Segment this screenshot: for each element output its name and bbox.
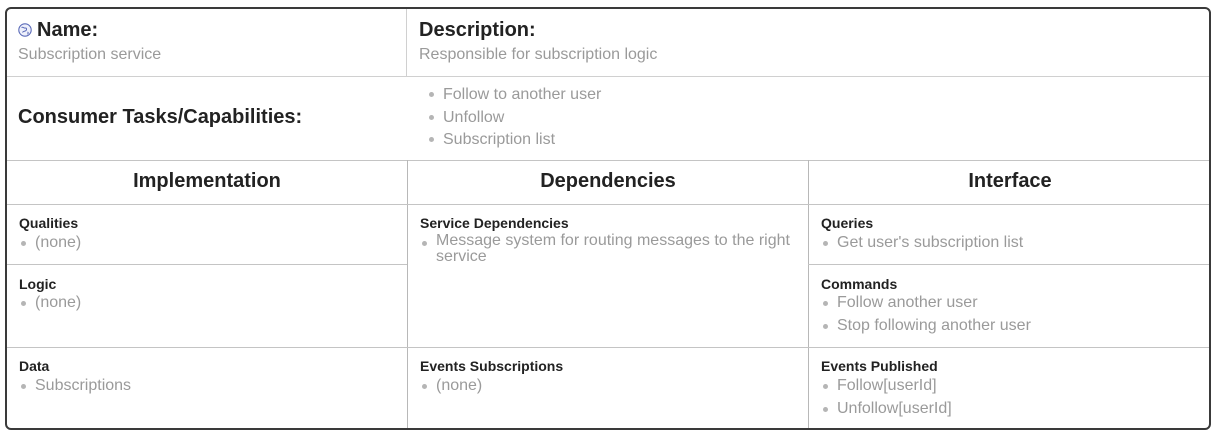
commands-section: Commands Follow another user Stop follow… bbox=[821, 276, 1201, 338]
commands-list: Follow another user Stop following anoth… bbox=[821, 293, 1201, 336]
data-title: Data bbox=[19, 358, 50, 374]
description-label: Description: bbox=[419, 19, 536, 41]
list-item: Follow another user bbox=[821, 293, 1201, 313]
canvas: Name: Subscription service Description: … bbox=[0, 0, 1216, 439]
header-divider bbox=[406, 9, 407, 76]
service-dependencies-list: Message system for routing messages to t… bbox=[420, 233, 800, 265]
middle-section-rule bbox=[7, 347, 1209, 348]
description-value: Responsible for subscription logic bbox=[419, 46, 658, 63]
column-divider-2 bbox=[808, 160, 809, 428]
logic-list: (none) bbox=[19, 293, 399, 313]
queries-list: Get user's subscription list bbox=[821, 233, 1201, 253]
header-bottom-rule bbox=[7, 76, 1209, 77]
list-item: Subscriptions bbox=[19, 376, 399, 396]
events-published-title: Events Published bbox=[821, 358, 938, 374]
service-canvas-card: Name: Subscription service Description: … bbox=[5, 7, 1211, 430]
logic-section: Logic (none) bbox=[19, 276, 399, 313]
list-item: Follow[userId] bbox=[821, 376, 1201, 396]
list-item: Stop following another user bbox=[821, 316, 1201, 336]
qualities-section: Qualities (none) bbox=[19, 215, 399, 253]
list-item: Unfollow bbox=[427, 107, 601, 130]
column-header-rule bbox=[7, 204, 1209, 205]
events-published-list: Follow[userId] Unfollow[userId] bbox=[821, 376, 1201, 419]
qualities-list: (none) bbox=[19, 233, 399, 253]
list-item: Message system for routing messages to t… bbox=[420, 233, 800, 265]
events-subscriptions-section: Events Subscriptions (none) bbox=[420, 358, 800, 396]
list-item: Follow to another user bbox=[427, 84, 601, 107]
list-item: Subscription list bbox=[427, 129, 601, 152]
service-dependencies-title: Service Dependencies bbox=[420, 215, 569, 231]
capabilities-label: Consumer Tasks/Capabilities: bbox=[18, 106, 303, 128]
data-section: Data Subscriptions bbox=[19, 358, 399, 396]
logic-title: Logic bbox=[19, 276, 57, 292]
capabilities-bottom-rule bbox=[7, 160, 1209, 161]
column-header-dependencies: Dependencies bbox=[540, 170, 676, 192]
column-header-interface: Interface bbox=[968, 170, 1052, 192]
name-block: Name: Subscription service bbox=[18, 19, 161, 64]
queries-section: Queries Get user's subscription list bbox=[821, 215, 1201, 253]
globe-icon bbox=[18, 23, 32, 37]
column-divider-1 bbox=[407, 160, 408, 428]
events-subscriptions-list: (none) bbox=[420, 376, 800, 396]
events-subscriptions-title: Events Subscriptions bbox=[420, 358, 564, 374]
description-block: Description: Responsible for subscriptio… bbox=[419, 19, 657, 64]
commands-title: Commands bbox=[821, 276, 898, 292]
service-dependencies-section: Service Dependencies Message system for … bbox=[420, 215, 800, 265]
capabilities-list: Follow to another user Unfollow Subscrip… bbox=[427, 84, 601, 152]
queries-title: Queries bbox=[821, 215, 874, 231]
data-list: Subscriptions bbox=[19, 376, 399, 396]
name-heading: Name: bbox=[18, 19, 161, 42]
list-item: Get user's subscription list bbox=[821, 233, 1201, 253]
events-published-section: Events Published Follow[userId] Unfollow… bbox=[821, 358, 1201, 421]
list-item: (none) bbox=[19, 233, 399, 253]
name-label: Name: bbox=[37, 19, 99, 41]
list-item: (none) bbox=[19, 293, 399, 313]
list-item: (none) bbox=[420, 376, 800, 396]
interface-queries-rule bbox=[808, 264, 1209, 265]
qualities-title: Qualities bbox=[19, 215, 79, 231]
impl-qualities-rule bbox=[7, 264, 407, 265]
name-value: Subscription service bbox=[18, 46, 162, 63]
list-item: Unfollow[userId] bbox=[821, 399, 1201, 419]
column-header-implementation: Implementation bbox=[133, 170, 281, 192]
